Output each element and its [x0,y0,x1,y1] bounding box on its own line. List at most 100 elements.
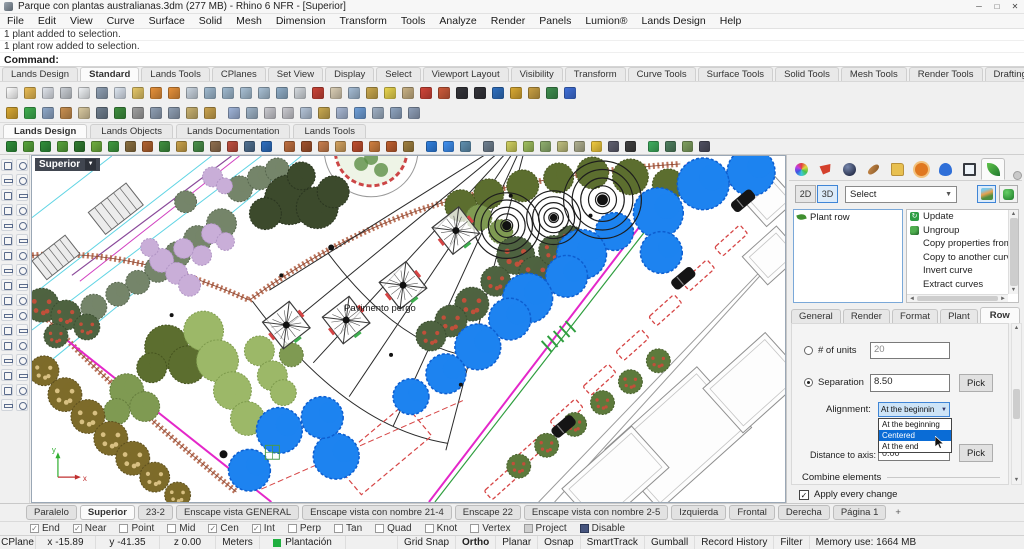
menu-tools[interactable]: Tools [394,15,433,27]
palette-tool-icon[interactable] [16,369,28,381]
printer-blue-icon[interactable] [40,105,56,121]
panel-tab-sun[interactable] [909,158,933,180]
osnap-checkbox[interactable] [288,524,297,533]
lands-tree-icon[interactable] [38,140,53,154]
palette-tool-icon[interactable] [1,369,13,381]
osnap-disable[interactable]: Disable [580,523,625,534]
palette-tool-icon[interactable] [16,339,28,351]
camera-icon[interactable] [94,105,110,121]
menu-solid[interactable]: Solid [192,15,229,27]
panel-tab-display[interactable] [957,158,981,180]
maximize-button[interactable]: □ [988,2,1006,11]
lands-walk-person-icon[interactable] [623,140,638,154]
object-list[interactable]: Plant row [793,209,903,303]
lands-tab-lands-tools[interactable]: Lands Tools [293,124,366,138]
lands-path-icon[interactable] [174,140,189,154]
panel-tab-link[interactable] [861,158,885,180]
panel-tab-color-wheel[interactable] [789,158,813,180]
panel-tab-lands[interactable] [981,158,1005,180]
viewport-tab-frontal[interactable]: Frontal [729,505,775,520]
panel-swap-6-icon[interactable] [388,105,404,121]
osnap-point[interactable]: Point [119,523,154,534]
toolbar-tab-set-view[interactable]: Set View [268,67,323,81]
toggle-smarttrack[interactable]: SmartTrack [581,536,645,549]
gold-ball-icon[interactable] [4,105,20,121]
osnap-end[interactable]: ✓End [30,523,60,534]
toggle-grid-snap[interactable]: Grid Snap [398,536,456,549]
lands-section-icon[interactable] [663,140,678,154]
zoom-out-icon[interactable] [220,85,236,101]
units-input[interactable]: 20 [870,342,950,359]
toolbar-tab-cplanes[interactable]: CPlanes [212,67,266,81]
minimize-button[interactable]: ─ [970,2,988,11]
action-ungroup[interactable]: Ungroup [907,224,1008,238]
lands-hedge-icon[interactable] [72,140,87,154]
viewport-tab-p-gina-1[interactable]: Página 1 [833,505,887,520]
osnap-project[interactable]: Project [524,523,567,534]
osnap-vertex[interactable]: Vertex [470,523,510,534]
lands-terrain-flat-icon[interactable] [333,140,348,154]
menu-view[interactable]: View [63,15,100,27]
menu-mesh[interactable]: Mesh [229,15,269,27]
print-icon[interactable] [58,85,74,101]
lock-icon[interactable] [400,85,416,101]
toolbar-tab-visibility[interactable]: Visibility [511,67,563,81]
lands-camera-arm-icon[interactable] [606,140,621,154]
align-2-icon[interactable] [166,105,182,121]
lands-plant-row-icon[interactable] [140,140,155,154]
lands-hill-icon[interactable] [367,140,382,154]
lands-terrain-red-icon[interactable] [350,140,365,154]
toolbar-tab-select[interactable]: Select [376,67,420,81]
panel-tab-material[interactable] [837,158,861,180]
lands-doc-3-icon[interactable] [538,140,553,154]
viewport-tab-enscape-vista-general[interactable]: Enscape vista GENERAL [176,505,299,520]
osnap-knot[interactable]: Knot [425,523,458,534]
edit-plant-button[interactable] [977,185,996,203]
render-black-1-icon[interactable] [454,85,470,101]
select-dropdown[interactable]: Select ▼ [845,186,957,203]
osnap-checkbox[interactable] [167,524,176,533]
render-black-2-icon[interactable] [472,85,488,101]
lands-binoculars-icon[interactable] [697,140,712,154]
toolbar-tab-viewport-layout[interactable]: Viewport Layout [423,67,509,81]
menu-curve[interactable]: Curve [100,15,142,27]
lands-stats-icon[interactable] [242,140,257,154]
property-tab-row[interactable]: Row [980,307,1020,323]
osnap-checkbox[interactable]: ✓ [252,524,261,533]
alignment-dropdown[interactable]: At the beginningCenteredAt the end [878,418,952,453]
lands-mountain-3-icon[interactable] [316,140,331,154]
action-extract-curves[interactable]: Extract curves [907,278,1008,292]
panel-gear-icon[interactable] [1013,171,1022,180]
checker-icon[interactable] [130,105,146,121]
osnap-quad[interactable]: Quad [375,523,411,534]
snapshot-icon[interactable] [364,85,380,101]
options-gear-icon[interactable] [508,85,524,101]
grid-icon[interactable] [292,85,308,101]
command-prompt[interactable]: Command: [0,53,1024,67]
update-button[interactable] [999,185,1018,203]
separation-input[interactable]: 8.50 [870,374,950,392]
y-coordinate[interactable]: y -41.35 [96,536,160,549]
copy-icon[interactable] [112,85,128,101]
palette-tool-icon[interactable] [16,354,28,366]
osnap-checkbox[interactable] [375,524,384,533]
zoom-selected-icon[interactable] [274,85,290,101]
zoom-extents-icon[interactable] [256,85,272,101]
menu-surface[interactable]: Surface [142,15,192,27]
toolbar-tab-transform[interactable]: Transform [565,67,626,81]
menu-lands-design[interactable]: Lands Design [635,15,713,27]
new-file-icon[interactable] [4,85,20,101]
layer-pane[interactable]: Plantación [260,536,346,549]
zoom-window-icon[interactable] [238,85,254,101]
palette-tool-icon[interactable] [16,294,28,306]
lands-doc-5-icon[interactable] [572,140,587,154]
layout-2-icon[interactable] [244,105,260,121]
osnap-checkbox[interactable]: ✓ [73,524,82,533]
redo-icon[interactable] [166,85,182,101]
separation-pick-button[interactable]: Pick [959,374,993,392]
viewport-tab-enscape-vista-con-nombre-21-4[interactable]: Enscape vista con nombre 21-4 [302,505,452,520]
lands-hose-icon[interactable] [481,140,496,154]
osnap-cen[interactable]: ✓Cen [208,523,238,534]
osnap-checkbox[interactable] [425,524,434,533]
align-1-icon[interactable] [148,105,164,121]
